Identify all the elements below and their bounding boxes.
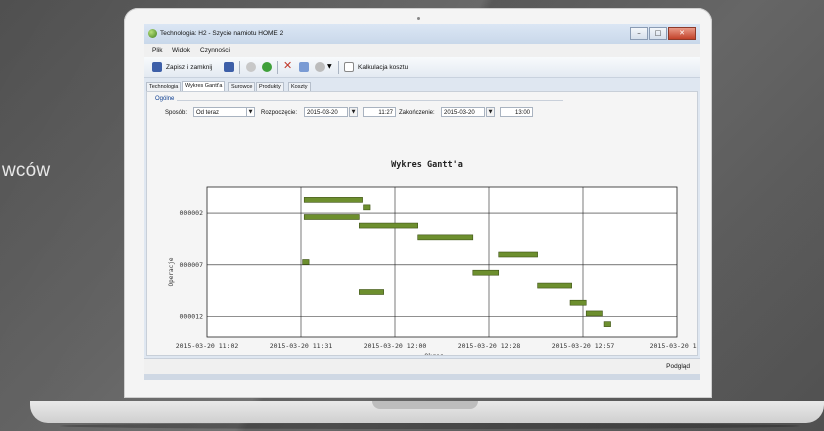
- calculator-icon: [344, 62, 354, 72]
- gantt-task-bar: [359, 289, 384, 295]
- gantt-task-bar: [303, 197, 363, 203]
- window-controls: – □ ✕: [629, 27, 696, 40]
- x-tick-label: 2015-03-20 12:57: [552, 342, 615, 350]
- app-logo-icon: [148, 29, 157, 38]
- background-text: wców: [2, 160, 51, 181]
- x-tick-label: 2015-03-20 11:02: [176, 342, 239, 350]
- menu-bar: Plik Widok Czynności: [144, 44, 700, 57]
- gantt-task-bar: [363, 204, 371, 211]
- y-tick-label: 000007: [180, 261, 204, 269]
- gantt-task-bar: [498, 251, 538, 258]
- x-tick-label: 2015-03-20 12:28: [458, 342, 521, 350]
- camera-icon: [417, 17, 420, 20]
- tools-icon[interactable]: [315, 62, 325, 72]
- delete-icon[interactable]: ✕: [283, 60, 293, 71]
- x-tick-label: 2015-03-20 11:31: [270, 342, 333, 350]
- tab-surowce[interactable]: Surowce: [228, 82, 256, 91]
- tab-wykres-gantta[interactable]: Wykres Gantt'a: [182, 81, 226, 91]
- y-tick-label: 000002: [180, 209, 204, 217]
- cost-calc-button[interactable]: Kalkulacja kosztu: [358, 64, 408, 71]
- laptop-notch: [372, 401, 478, 409]
- back-icon[interactable]: [246, 62, 256, 72]
- toolbar-separator: [277, 61, 278, 74]
- preview-button[interactable]: Podgląd: [666, 363, 690, 370]
- close-button[interactable]: ✕: [668, 27, 696, 40]
- menu-czynnosci[interactable]: Czynności: [200, 47, 230, 54]
- toolbar-separator: [338, 61, 339, 74]
- toolbar: Zapisz i zamknij ✕ ▼ Kalkulacja kosztu: [144, 57, 700, 78]
- save-disk-button[interactable]: [224, 62, 234, 72]
- y-tick-label: 000012: [180, 312, 204, 320]
- save-icon: [152, 62, 162, 72]
- gantt-task-bar: [472, 269, 500, 276]
- minimize-button[interactable]: –: [630, 27, 648, 40]
- plot-area: [206, 186, 678, 338]
- tab-strip: Technologia Wykres Gantt'a Surowce Produ…: [144, 81, 700, 91]
- tab-koszty[interactable]: Koszty: [288, 82, 311, 91]
- y-axis-label: Operacje: [168, 257, 175, 286]
- gantt-task-bar: [537, 282, 572, 289]
- app-window: Technologia: H2 - Szycie namiotu HOME 2 …: [144, 24, 700, 380]
- menu-widok[interactable]: Widok: [172, 47, 190, 54]
- window-title: Technologia: H2 - Szycie namiotu HOME 2: [160, 30, 284, 37]
- x-tick-label: 2015-03-20 12:00: [364, 342, 427, 350]
- maximize-button[interactable]: □: [649, 27, 667, 40]
- menu-plik[interactable]: Plik: [152, 47, 162, 54]
- edit-icon[interactable]: [299, 62, 309, 72]
- x-tick-label: 2015-03-20 13:: [650, 342, 697, 350]
- tab-produkty[interactable]: Produkty: [256, 82, 284, 91]
- title-bar: Technologia: H2 - Szycie namiotu HOME 2 …: [144, 24, 700, 44]
- gantt-task-bar: [585, 310, 603, 317]
- x-axis-label: Okres: [424, 352, 444, 355]
- laptop-shadow: [60, 423, 800, 429]
- gantt-task-bar: [417, 234, 474, 241]
- gantt-task-bar: [359, 222, 418, 229]
- gantt-chart: 2015-03-20 11:02 2015-03-20 11:31 2015-03-…: [168, 186, 697, 355]
- gantt-task-bar: [603, 321, 611, 327]
- gantt-task-bar: [303, 214, 360, 220]
- status-bar: Podgląd: [144, 358, 700, 375]
- tab-technologia[interactable]: Technologia: [146, 82, 182, 91]
- toolbar-separator: [239, 61, 240, 74]
- chevron-down-icon[interactable]: ▼: [327, 63, 337, 73]
- gantt-panel: Ogólne Sposób: Od teraz ▼ Rozpoczęcie: 2…: [146, 91, 698, 356]
- forward-icon[interactable]: [262, 62, 272, 72]
- window-bottom: [144, 374, 700, 380]
- save-close-button[interactable]: Zapisz i zamknij: [166, 64, 212, 71]
- gantt-task-bar: [569, 299, 587, 306]
- gantt-task-bar: [302, 259, 310, 265]
